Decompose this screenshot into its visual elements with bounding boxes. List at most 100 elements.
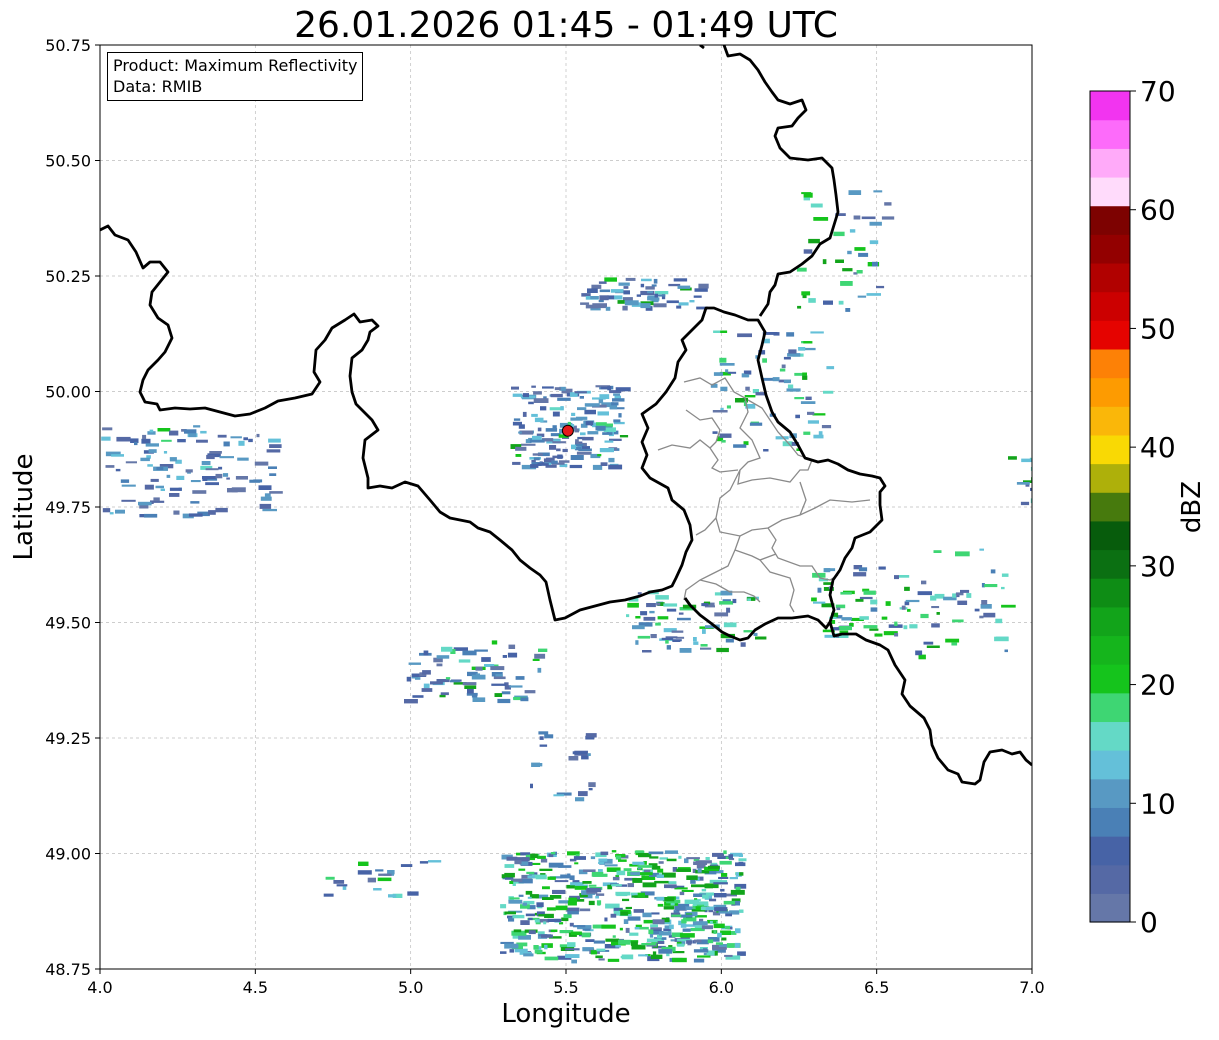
echo-cell xyxy=(422,670,431,675)
echo-cell xyxy=(537,463,549,466)
echo-cell xyxy=(656,874,664,878)
echo-cell xyxy=(720,930,731,935)
echo-cell xyxy=(254,461,269,466)
echo-cell xyxy=(148,449,157,453)
echo-cell xyxy=(712,921,717,924)
echo-cell xyxy=(506,856,518,861)
echo-cell xyxy=(134,441,138,446)
echo-cell xyxy=(323,893,334,897)
echo-cell xyxy=(716,647,729,653)
echo-cell xyxy=(701,603,709,607)
echo-cell xyxy=(507,652,518,658)
echo-cell xyxy=(727,371,737,374)
echo-cell xyxy=(599,394,610,399)
echo-cell xyxy=(690,879,696,884)
echo-cell xyxy=(436,663,443,667)
echo-cell xyxy=(573,856,586,860)
echo-cell xyxy=(666,645,671,650)
echo-cell xyxy=(724,954,733,957)
echo-cell xyxy=(408,662,421,665)
echo-cell xyxy=(772,377,780,382)
echo-cell xyxy=(545,428,558,432)
colorbar-tick-label: 50 xyxy=(1140,312,1176,345)
colorbar-segment xyxy=(1090,406,1130,436)
echo-cell xyxy=(423,650,429,656)
echo-cell xyxy=(650,927,662,930)
echo-cell xyxy=(702,629,706,634)
echo-cell xyxy=(678,612,684,615)
echo-cell xyxy=(704,903,709,906)
echo-cell xyxy=(634,927,640,930)
echo-cell xyxy=(740,642,746,647)
echo-cell xyxy=(450,680,460,683)
echo-cell xyxy=(649,610,655,614)
echo-cell xyxy=(571,444,577,450)
echo-cell xyxy=(555,905,568,911)
echo-cell xyxy=(802,372,807,376)
echo-cell xyxy=(120,479,130,483)
echo-cell xyxy=(378,873,392,876)
echo-cell xyxy=(570,931,582,936)
colorbar-segment xyxy=(1090,836,1130,866)
echo-cell xyxy=(541,934,553,938)
colorbar-segment xyxy=(1090,148,1130,178)
echo-cell xyxy=(269,491,283,494)
echo-cell xyxy=(605,903,620,909)
echo-cell xyxy=(155,485,164,489)
echo-cell xyxy=(584,403,600,407)
echo-cell xyxy=(694,939,702,943)
echo-cell xyxy=(509,897,520,900)
echo-cell xyxy=(585,939,595,942)
x-tick-label: 6.0 xyxy=(709,978,734,997)
echo-cell xyxy=(588,782,596,788)
echo-cell xyxy=(604,917,608,922)
echo-cell xyxy=(144,484,154,490)
echo-cell xyxy=(598,958,605,961)
echo-cell xyxy=(464,685,477,689)
echo-cell xyxy=(749,422,763,426)
echo-cell xyxy=(615,945,621,948)
echo-cell xyxy=(493,676,506,680)
echo-cell xyxy=(787,384,794,389)
x-tick-label: 6.5 xyxy=(864,978,889,997)
echo-cell xyxy=(640,611,648,616)
echo-cell xyxy=(672,639,682,642)
echo-cell xyxy=(547,918,562,922)
echo-cell xyxy=(611,402,619,406)
echo-cell xyxy=(730,889,745,895)
echo-cell xyxy=(931,623,940,628)
echo-cell xyxy=(666,608,677,612)
y-tick-label: 48.75 xyxy=(45,960,91,979)
echo-cell xyxy=(693,641,699,645)
echo-cell xyxy=(974,608,980,612)
echo-cell xyxy=(823,390,834,394)
echo-cell xyxy=(115,509,125,514)
y-tick-label: 49.50 xyxy=(45,614,91,633)
echo-cell xyxy=(664,925,670,929)
echo-cell xyxy=(215,507,228,513)
echo-cell xyxy=(715,942,723,945)
echo-cell xyxy=(884,202,892,206)
echo-cell xyxy=(176,475,185,480)
echo-cell xyxy=(388,894,397,898)
echo-cell xyxy=(513,418,521,421)
echo-cell xyxy=(747,598,751,601)
echo-cell xyxy=(534,919,540,923)
info-product: Product: Maximum Reflectivity xyxy=(113,56,358,75)
echo-cell xyxy=(915,650,923,656)
echo-cell xyxy=(735,886,741,891)
echo-cell xyxy=(595,924,602,928)
colorbar-segment xyxy=(1090,463,1130,493)
echo-cell xyxy=(979,615,984,619)
colorbar: 0 10 20 30 40 50 60 70 xyxy=(1089,75,1176,939)
echo-cell xyxy=(874,633,883,637)
echo-cell xyxy=(813,217,829,221)
echo-cell xyxy=(618,859,627,862)
echo-cell xyxy=(601,386,611,390)
echo-cell xyxy=(582,881,592,884)
echo-cell xyxy=(226,477,230,480)
echo-cell xyxy=(557,397,571,401)
echo-cell xyxy=(582,436,594,441)
echo-cell xyxy=(491,640,498,645)
echo-cell xyxy=(905,599,920,603)
